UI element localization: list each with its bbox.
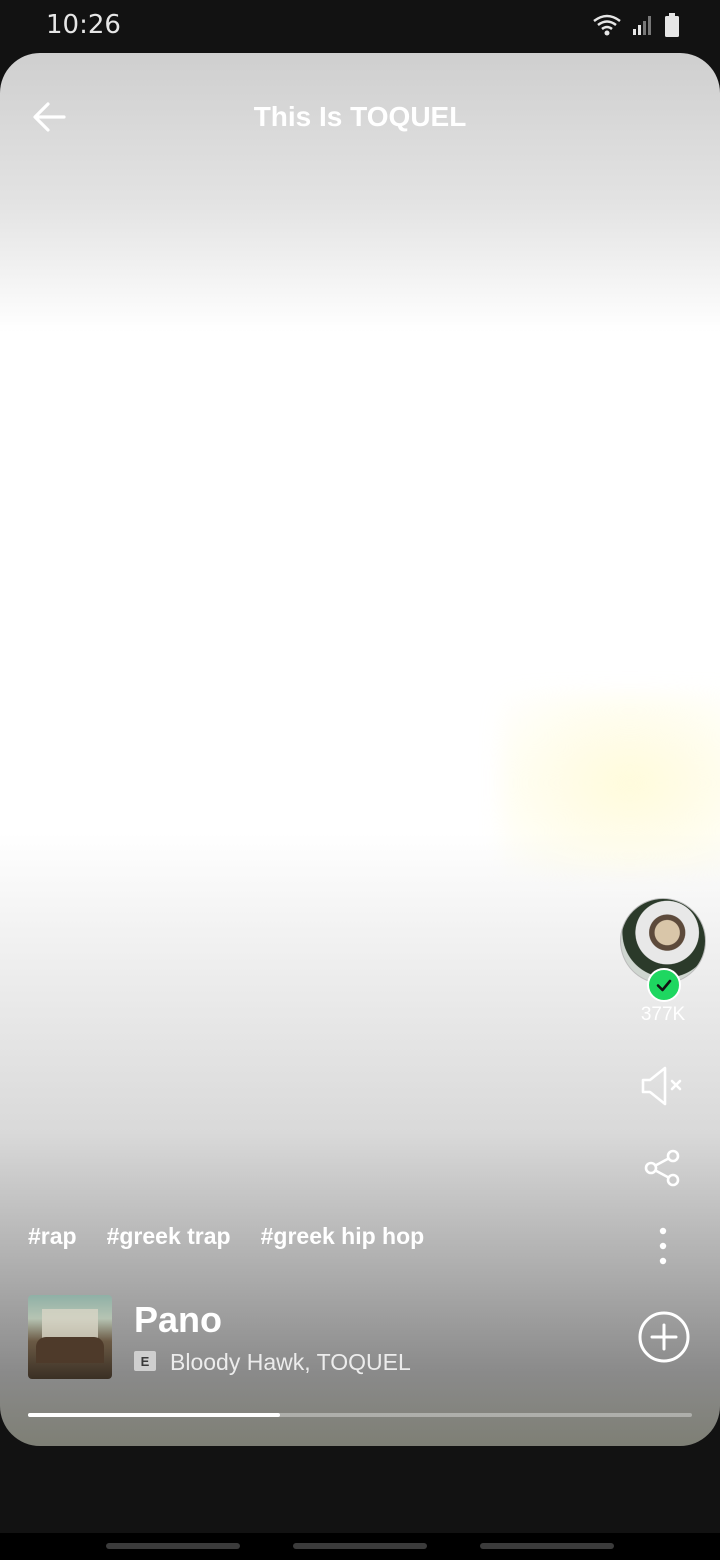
page-title: This Is TOQUEL bbox=[253, 101, 467, 132]
status-time: 10:26 bbox=[46, 10, 121, 40]
share-icon bbox=[644, 1149, 680, 1187]
battery-icon bbox=[665, 13, 679, 37]
track-artists: Bloody Hawk, TOQUEL bbox=[170, 1349, 411, 1375]
follower-count: 377K bbox=[640, 1004, 686, 1025]
system-nav-bar bbox=[0, 1533, 720, 1560]
volume-mute-icon bbox=[641, 1066, 682, 1106]
check-icon bbox=[647, 968, 681, 1002]
nav-recents-pill[interactable] bbox=[480, 1543, 614, 1549]
status-icons bbox=[592, 12, 680, 38]
nav-home-pill[interactable] bbox=[293, 1543, 427, 1549]
signal-icon bbox=[633, 16, 651, 35]
tag-greek-hip-hop[interactable]: #greek hip hop bbox=[261, 1223, 425, 1250]
tag-rap[interactable]: #rap bbox=[28, 1223, 77, 1250]
explicit-badge: E bbox=[134, 1351, 156, 1371]
add-to-library-button[interactable] bbox=[636, 1309, 692, 1365]
more-button[interactable] bbox=[635, 1218, 691, 1274]
video-card[interactable]: This Is TOQUEL 377K #rap #greek trap #gr… bbox=[0, 53, 720, 1446]
tag-greek-trap[interactable]: #greek trap bbox=[107, 1223, 231, 1250]
album-art[interactable] bbox=[28, 1295, 112, 1379]
progress-fill bbox=[28, 1413, 281, 1417]
share-button[interactable] bbox=[635, 1140, 691, 1196]
add-circle-icon bbox=[638, 1311, 690, 1363]
track-info[interactable]: Pano E Bloody Hawk, TOQUEL bbox=[28, 1295, 692, 1381]
mute-button[interactable] bbox=[635, 1058, 691, 1114]
artist-avatar-button[interactable] bbox=[620, 898, 706, 1002]
wifi-icon bbox=[593, 14, 621, 36]
track-title: Pano bbox=[134, 1299, 223, 1340]
background-glow bbox=[500, 693, 720, 873]
tag-list: #rap #greek trap #greek hip hop bbox=[28, 1223, 424, 1250]
nav-back-pill[interactable] bbox=[106, 1543, 240, 1549]
playback-progress[interactable] bbox=[28, 1413, 692, 1417]
status-bar: 10:26 bbox=[0, 0, 720, 52]
more-vertical-icon bbox=[659, 1227, 667, 1265]
side-actions: 377K bbox=[620, 898, 706, 1274]
